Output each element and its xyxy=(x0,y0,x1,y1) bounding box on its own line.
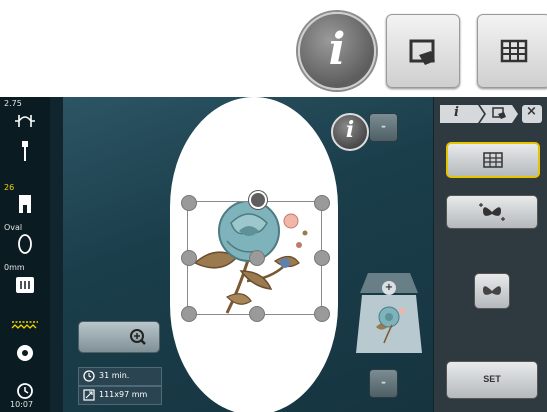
scroll-up-button[interactable]: - xyxy=(369,113,398,142)
feed-dog-icon[interactable] xyxy=(14,275,36,295)
clock-icon xyxy=(17,383,33,399)
mirror-design-button[interactable] xyxy=(474,273,510,309)
design-size-field: 111x97 mm xyxy=(78,386,162,405)
grid-icon xyxy=(500,39,528,63)
move-hoop-button[interactable] xyxy=(386,14,460,88)
close-button[interactable]: × xyxy=(526,104,537,119)
grid-toggle-button[interactable] xyxy=(446,142,540,178)
resize-handle-bottom-right[interactable] xyxy=(314,306,330,322)
design-size-value: 111x97 mm xyxy=(99,390,148,399)
zoom-button[interactable] xyxy=(78,321,160,353)
needle-offset-value: 0mm xyxy=(4,263,25,272)
presser-foot-number: 26 xyxy=(4,183,15,192)
scroll-down-button[interactable]: - xyxy=(369,369,398,398)
bobbin-icon[interactable] xyxy=(15,343,35,363)
zoom-in-icon xyxy=(130,329,146,345)
time-icon xyxy=(83,370,95,382)
stitch-time-field: 31 min. xyxy=(78,367,162,386)
embroidery-workspace[interactable]: i - - 31 min. 111x97 mm + xyxy=(63,97,433,412)
layer-panel[interactable]: + xyxy=(356,273,422,357)
machine-screen: 2.75 26 Oval 0mm 10:07 i - - 31 min. 111… xyxy=(0,97,547,412)
stitch-time-value: 31 min. xyxy=(99,371,130,380)
center-handle[interactable] xyxy=(249,250,265,266)
needle-icon[interactable] xyxy=(16,139,34,165)
resize-handle-right[interactable] xyxy=(314,250,330,266)
status-sidebar: 2.75 26 Oval 0mm 10:07 xyxy=(0,97,50,412)
set-button[interactable]: SET xyxy=(446,361,538,399)
butterfly-resize-icon xyxy=(479,203,505,221)
panel-tabs: i × xyxy=(438,103,546,125)
clock-time: 10:07 xyxy=(10,400,34,409)
hoop-label: Oval xyxy=(4,223,23,232)
design-info-button[interactable]: i xyxy=(331,113,369,151)
size-icon xyxy=(83,389,95,401)
design-info-glyph: i xyxy=(345,117,355,143)
presser-foot-icon[interactable] xyxy=(14,193,36,215)
tab-info[interactable]: i xyxy=(454,105,459,120)
tab-move-icon[interactable] xyxy=(492,107,508,121)
rotate-handle[interactable] xyxy=(249,191,267,209)
resize-design-button[interactable] xyxy=(446,195,538,229)
add-layer-button[interactable]: + xyxy=(382,281,396,295)
resize-handle-bottom[interactable] xyxy=(249,306,265,322)
butterfly-icon xyxy=(483,286,501,295)
scroll-down-glyph: - xyxy=(381,375,386,389)
resize-handle-bottom-left[interactable] xyxy=(181,306,197,322)
grid-icon-small xyxy=(483,152,503,168)
resize-handle-top-right[interactable] xyxy=(314,195,330,211)
set-label: SET xyxy=(483,374,501,384)
resize-handle-top-left[interactable] xyxy=(181,195,197,211)
hoop-oval-icon[interactable] xyxy=(16,233,34,255)
thread-tension-value: 2.75 xyxy=(4,99,22,108)
info-glyph: i xyxy=(328,24,346,75)
move-hoop-icon xyxy=(409,39,435,65)
right-panel: i × SET xyxy=(434,97,547,412)
grid-button[interactable] xyxy=(477,14,547,88)
info-button[interactable]: i xyxy=(298,12,376,90)
thread-tension-icon[interactable] xyxy=(12,111,38,131)
scroll-up-glyph: - xyxy=(381,119,386,133)
layer-thumbnail[interactable] xyxy=(370,303,408,347)
resize-handle-left[interactable] xyxy=(181,250,197,266)
stitch-pattern-icon[interactable] xyxy=(10,319,40,331)
